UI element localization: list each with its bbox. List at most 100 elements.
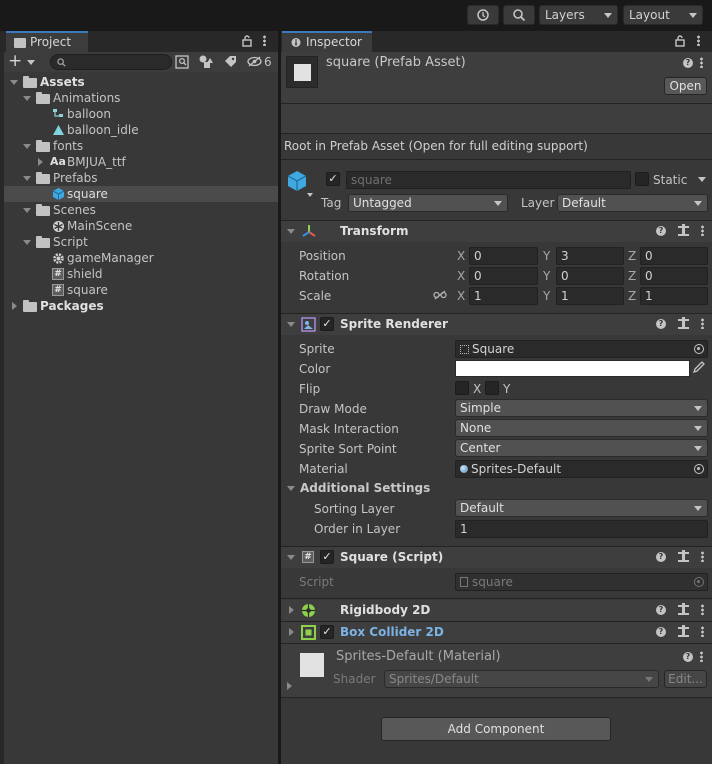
static-checkbox[interactable] [635, 172, 649, 186]
kebab-menu-icon[interactable] [701, 551, 704, 562]
help-icon[interactable]: ? [656, 626, 666, 637]
open-button[interactable]: Open [664, 77, 707, 95]
fold-arrow-icon[interactable] [23, 208, 31, 213]
eyedropper-icon[interactable] [693, 361, 705, 375]
sorting-layer-dropdown[interactable]: Default [455, 499, 708, 517]
sprite-sort-point-dropdown[interactable]: Center [455, 439, 708, 457]
square-script-header[interactable]: # ✓ Square (Script) ? [281, 547, 712, 568]
fold-arrow-icon[interactable] [23, 240, 31, 245]
presets-icon[interactable] [678, 624, 689, 637]
tree-item-shield[interactable]: # shield [4, 266, 278, 282]
rotation-y-field[interactable]: 0 [556, 267, 624, 285]
object-picker-icon[interactable] [694, 344, 704, 354]
kebab-menu-icon[interactable] [701, 626, 704, 637]
position-z-field[interactable]: 0 [640, 247, 708, 265]
tree-item-prefabs[interactable]: Prefabs [4, 170, 278, 186]
presets-icon[interactable] [678, 549, 689, 562]
tree-item-bmjua-ttf[interactable]: Aa BMJUA_ttf [4, 154, 278, 170]
search-button[interactable] [503, 5, 535, 25]
additional-settings-foldout[interactable]: Additional Settings [281, 480, 712, 498]
help-icon[interactable]: ? [656, 604, 666, 615]
position-x-field[interactable]: 0 [469, 247, 538, 265]
tag-icon[interactable] [224, 55, 237, 68]
fold-arrow-icon[interactable] [289, 606, 294, 614]
tree-item-assets[interactable]: Assets [4, 74, 278, 90]
box-collider-2d-header[interactable]: ✓ Box Collider 2D ? [281, 622, 712, 643]
fold-arrow-icon[interactable] [287, 682, 292, 690]
chevron-down-icon[interactable] [698, 177, 706, 182]
fold-arrow-icon[interactable] [287, 229, 295, 234]
fold-arrow-icon[interactable] [287, 555, 295, 560]
search-by-type-icon[interactable] [175, 55, 189, 69]
presets-icon[interactable] [678, 602, 689, 615]
color-swatch[interactable] [455, 360, 690, 377]
mask-interaction-dropdown[interactable]: None [455, 419, 708, 437]
scale-x-field[interactable]: 1 [469, 287, 538, 305]
fold-arrow-icon[interactable] [287, 322, 295, 327]
sprite-object-field[interactable]: Square [455, 340, 708, 358]
sprite-renderer-enabled-checkbox[interactable]: ✓ [320, 317, 334, 331]
help-icon[interactable]: ? [656, 318, 666, 329]
tree-item-gamemanager[interactable]: gameManager [4, 250, 278, 266]
tag-dropdown[interactable]: Untagged [348, 194, 508, 212]
history-button[interactable] [467, 5, 499, 25]
tree-item-square-script[interactable]: # square [4, 282, 278, 298]
help-icon[interactable]: ? [656, 225, 666, 236]
object-picker-icon[interactable] [694, 464, 704, 474]
layer-dropdown[interactable]: Default [557, 194, 708, 212]
add-component-button[interactable]: Add Component [381, 717, 611, 741]
fold-arrow-icon[interactable] [23, 144, 31, 149]
rigidbody-2d-header[interactable]: Rigidbody 2D ? [281, 600, 712, 621]
object-name-field[interactable]: square [346, 171, 631, 189]
fold-arrow-icon[interactable] [23, 176, 31, 181]
order-in-layer-field[interactable]: 1 [455, 520, 708, 538]
chevron-down-icon[interactable] [307, 193, 313, 197]
fold-arrow-icon[interactable] [12, 302, 17, 310]
tree-item-script-folder[interactable]: Script [4, 234, 278, 250]
tree-item-mainscene[interactable]: MainScene [4, 218, 278, 234]
presets-icon[interactable] [678, 316, 689, 329]
add-button[interactable]: + [8, 52, 40, 70]
fold-arrow-icon[interactable] [289, 628, 294, 636]
fold-arrow-icon[interactable] [38, 158, 43, 166]
kebab-menu-icon[interactable] [701, 604, 704, 615]
fold-arrow-icon[interactable] [10, 80, 18, 85]
layout-dropdown[interactable]: Layout [623, 5, 703, 25]
lock-icon[interactable] [675, 34, 685, 47]
search-field[interactable] [50, 54, 172, 70]
scale-z-field[interactable]: 1 [640, 287, 708, 305]
flip-x-checkbox[interactable] [455, 381, 469, 395]
tree-item-animations[interactable]: Animations [4, 90, 278, 106]
search-input[interactable] [67, 55, 167, 69]
tree-item-packages[interactable]: Packages [4, 298, 278, 314]
transform-header[interactable]: Transform ? [281, 221, 712, 242]
kebab-menu-icon[interactable] [701, 318, 704, 329]
rotation-z-field[interactable]: 0 [640, 267, 708, 285]
help-icon[interactable]: ? [683, 58, 693, 68]
layers-dropdown[interactable]: Layers [539, 5, 618, 25]
box-collider-enabled-checkbox[interactable]: ✓ [320, 625, 334, 639]
scale-y-field[interactable]: 1 [556, 287, 624, 305]
help-icon[interactable]: ? [656, 551, 666, 562]
rotation-x-field[interactable]: 0 [469, 267, 538, 285]
tree-item-fonts[interactable]: fonts [4, 138, 278, 154]
square-script-enabled-checkbox[interactable]: ✓ [320, 550, 334, 564]
kebab-menu-icon[interactable] [263, 35, 266, 46]
lock-icon[interactable] [242, 34, 252, 47]
presets-icon[interactable] [678, 223, 689, 236]
tab-project[interactable]: Project [6, 31, 88, 52]
flip-y-checkbox[interactable] [485, 381, 499, 395]
kebab-menu-icon[interactable] [700, 57, 703, 68]
fold-arrow-icon[interactable] [287, 486, 295, 491]
draw-mode-dropdown[interactable]: Simple [455, 399, 708, 417]
kebab-menu-icon[interactable] [700, 651, 703, 662]
tab-inspector[interactable]: Inspector [282, 31, 372, 52]
hidden-packages-toggle[interactable]: 6 [247, 53, 277, 71]
help-icon[interactable]: ? [683, 652, 693, 662]
position-y-field[interactable]: 3 [556, 247, 624, 265]
kebab-menu-icon[interactable] [697, 35, 700, 46]
tree-item-square-prefab[interactable]: square [4, 186, 278, 202]
filter-by-type-icon[interactable] [198, 54, 214, 69]
sprite-renderer-header[interactable]: ✓ Sprite Renderer ? [281, 314, 712, 335]
tree-item-balloon[interactable]: balloon [4, 106, 278, 122]
